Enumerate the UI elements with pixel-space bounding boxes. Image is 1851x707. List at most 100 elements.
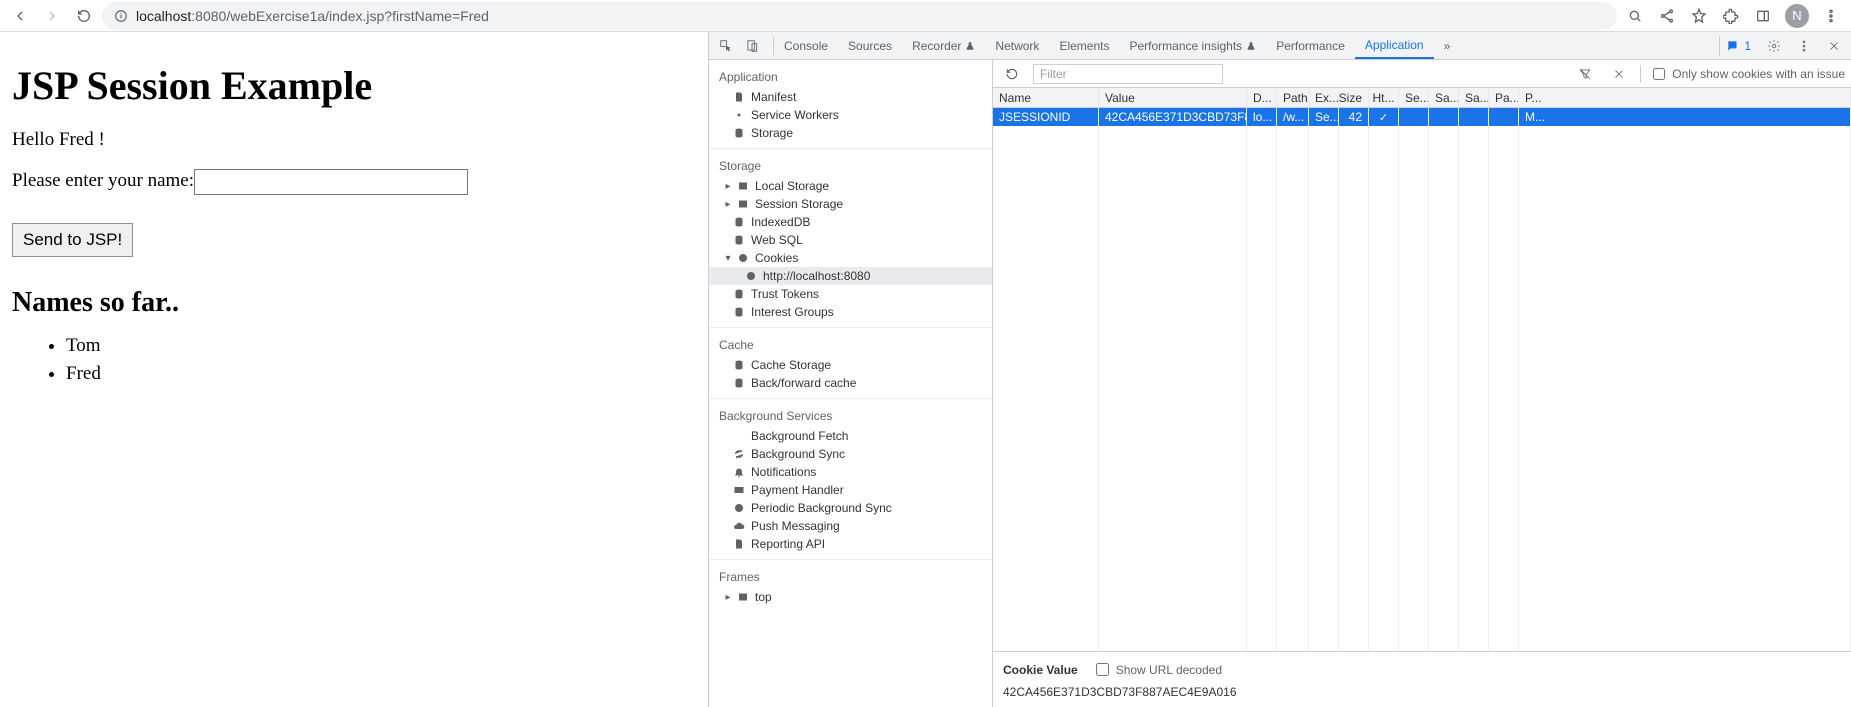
extensions-icon[interactable] (1717, 2, 1745, 30)
tab-sources[interactable]: Sources (838, 32, 902, 59)
section-cache: Cache (709, 334, 992, 356)
name-label: Please enter your name: (12, 170, 194, 191)
cookie-icon (745, 270, 757, 282)
device-icon[interactable] (739, 33, 765, 59)
close-devtools-icon[interactable] (1821, 33, 1847, 59)
sidepanel-icon[interactable] (1749, 2, 1777, 30)
filter-bar: Filter Only show cookies with an issue (993, 60, 1851, 88)
filter-input[interactable]: Filter (1033, 64, 1223, 84)
reload-button[interactable] (70, 2, 98, 30)
sidebar-item-websql[interactable]: Web SQL (709, 231, 992, 249)
names-heading: Names so far.. (12, 287, 696, 319)
more-icon[interactable] (1791, 33, 1817, 59)
sidebar-item-indexeddb[interactable]: IndexedDB (709, 213, 992, 231)
db-icon (733, 216, 745, 228)
db-icon (733, 127, 745, 139)
sidebar-item-storage[interactable]: Storage (709, 124, 992, 142)
sidebar-item-session-storage[interactable]: ▸Session Storage (709, 195, 992, 213)
col-expires[interactable]: Ex... (1309, 88, 1339, 107)
show-url-decoded[interactable]: Show URL decoded (1092, 660, 1222, 679)
sidebar-item-local-storage[interactable]: ▸Local Storage (709, 177, 992, 195)
detail-value: 42CA456E371D3CBD73F887AEC4E9A016 (1003, 685, 1841, 699)
sidebar-item-periodic-sync[interactable]: Periodic Background Sync (709, 499, 992, 517)
sidebar-item-notifications[interactable]: Notifications (709, 463, 992, 481)
db-icon (733, 306, 745, 318)
col-httponly[interactable]: Ht... (1369, 88, 1399, 107)
sidebar-item-cookie-origin[interactable]: http://localhost:8080 (709, 267, 992, 285)
menu-icon[interactable] (1817, 2, 1845, 30)
forward-button[interactable] (38, 2, 66, 30)
col-path[interactable]: Path (1277, 88, 1309, 107)
sidebar-item-push[interactable]: Push Messaging (709, 517, 992, 535)
avatar[interactable]: N (1785, 4, 1809, 28)
col-value[interactable]: Value (1099, 88, 1247, 107)
inspect-icon[interactable] (713, 33, 739, 59)
tab-performance[interactable]: Performance (1266, 32, 1355, 59)
tab-recorder[interactable]: Recorder (902, 32, 985, 59)
sidebar-item-service-workers[interactable]: Service Workers (709, 106, 992, 124)
sidebar-item-manifest[interactable]: Manifest (709, 88, 992, 106)
cell-priority: M... (1519, 108, 1851, 126)
only-issues-checkbox[interactable]: Only show cookies with an issue (1649, 65, 1845, 83)
col-name[interactable]: Name (993, 88, 1099, 107)
col-samesite[interactable]: Sa... (1429, 88, 1459, 107)
col-sameparty[interactable]: Sa... (1459, 88, 1489, 107)
clear-filter-icon[interactable] (1572, 61, 1598, 87)
sidebar-item-bfcache[interactable]: Back/forward cache (709, 374, 992, 392)
zoom-icon[interactable] (1621, 2, 1649, 30)
sync-icon (733, 448, 745, 460)
clock-icon (733, 502, 745, 514)
greeting-text: Hello Fred ! (12, 129, 696, 151)
section-frames: Frames (709, 566, 992, 588)
tab-elements[interactable]: Elements (1049, 32, 1119, 59)
settings-icon[interactable] (1761, 33, 1787, 59)
table-body[interactable]: JSESSIONID 42CA456E371D3CBD73F887... lo.… (993, 108, 1851, 651)
address-bar[interactable]: localhost:8080/webExercise1a/index.jsp?f… (102, 2, 1617, 30)
sidebar-item-bg-sync[interactable]: Background Sync (709, 445, 992, 463)
cell-size: 42 (1339, 108, 1369, 126)
table-icon (737, 180, 749, 192)
sidebar-item-trust-tokens[interactable]: Trust Tokens (709, 285, 992, 303)
tab-network[interactable]: Network (985, 32, 1049, 59)
detail-label: Cookie Value (1003, 663, 1078, 677)
cell-domain: lo... (1247, 108, 1277, 126)
back-button[interactable] (6, 2, 34, 30)
tab-console[interactable]: Console (774, 32, 838, 59)
name-input[interactable] (194, 169, 468, 195)
list-item: Tom (66, 335, 696, 357)
window-icon (737, 591, 749, 603)
sidebar-item-cookies[interactable]: ▾Cookies (709, 249, 992, 267)
file-icon (733, 538, 745, 550)
col-priority[interactable]: P... (1519, 88, 1851, 107)
share-icon[interactable] (1653, 2, 1681, 30)
flask-icon (965, 41, 975, 51)
refresh-button[interactable] (999, 61, 1025, 87)
col-domain[interactable]: D... (1247, 88, 1277, 107)
application-sidebar[interactable]: Application Manifest Service Workers Sto… (709, 60, 993, 707)
cell-partition (1489, 108, 1519, 126)
col-partition[interactable]: Pa... (1489, 88, 1519, 107)
issues-badge[interactable]: 1 (1719, 36, 1757, 56)
sidebar-item-cache-storage[interactable]: Cache Storage (709, 356, 992, 374)
table-icon (737, 198, 749, 210)
bookmark-icon[interactable] (1685, 2, 1713, 30)
sidebar-item-top-frame[interactable]: ▸top (709, 588, 992, 606)
db-icon (733, 288, 745, 300)
tab-perf-insights[interactable]: Performance insights (1119, 32, 1266, 59)
db-icon (733, 359, 745, 371)
sidebar-item-payment[interactable]: Payment Handler (709, 481, 992, 499)
submit-button[interactable]: Send to JSP! (12, 223, 133, 257)
tab-more[interactable]: » (1434, 32, 1461, 59)
cookie-table[interactable]: Name Value D... Path Ex... Size Ht... Se… (993, 88, 1851, 652)
bell-icon (733, 466, 745, 478)
cell-httponly: ✓ (1369, 108, 1399, 126)
sidebar-item-reporting[interactable]: Reporting API (709, 535, 992, 553)
clear-icon[interactable] (1606, 61, 1632, 87)
col-secure[interactable]: Se... (1399, 88, 1429, 107)
table-row[interactable]: JSESSIONID 42CA456E371D3CBD73F887... lo.… (993, 108, 1851, 126)
sidebar-item-interest-groups[interactable]: Interest Groups (709, 303, 992, 321)
tab-application[interactable]: Application (1355, 32, 1434, 59)
sidebar-item-bg-fetch[interactable]: Background Fetch (709, 427, 992, 445)
col-size[interactable]: Size (1339, 88, 1369, 107)
issue-icon (1726, 39, 1740, 53)
